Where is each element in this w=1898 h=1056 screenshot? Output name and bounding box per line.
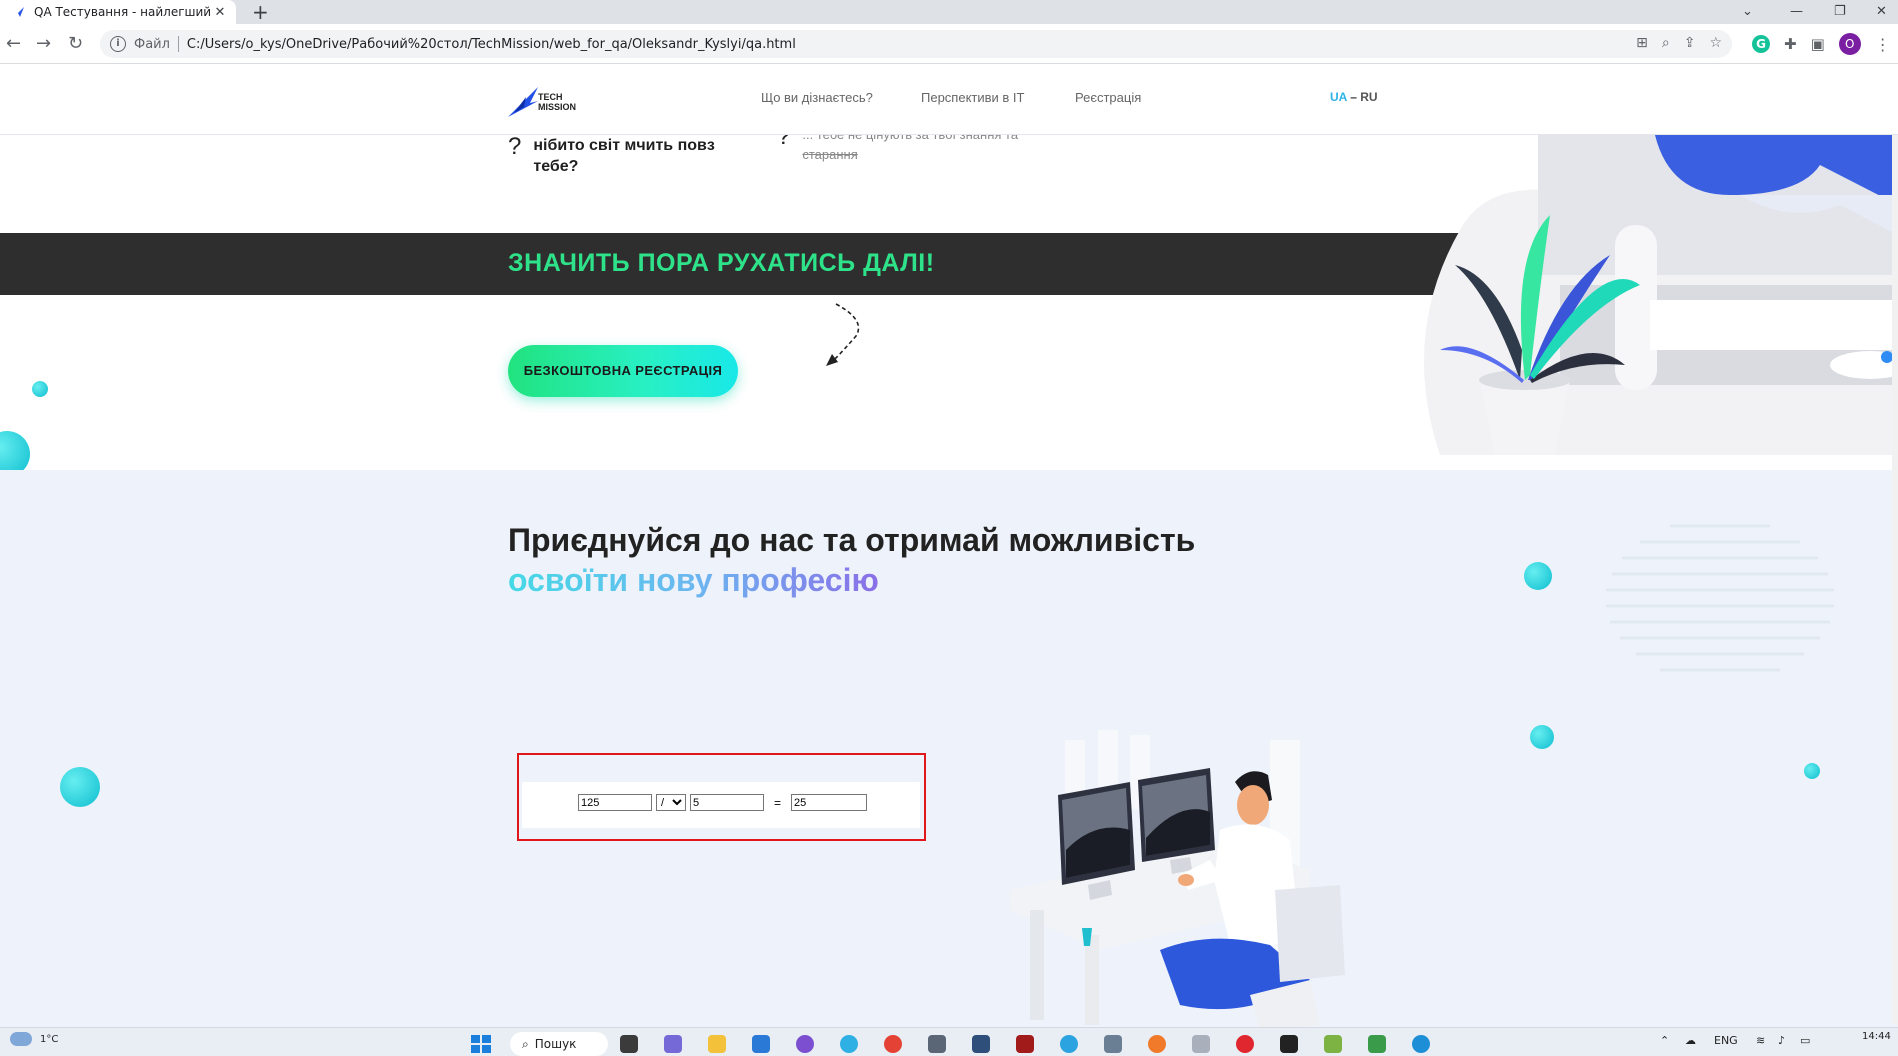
menu-dots-icon[interactable]: ⋮ (1875, 35, 1891, 54)
terminal-icon[interactable] (1280, 1035, 1298, 1053)
windows-start-icon[interactable] (470, 1034, 492, 1054)
tab-title: QA Тестування - найлегший ста (34, 5, 212, 19)
windows-taskbar: 1°C ⌕ Пошук ⌃ ☁ ENG ≋ ♪ ▭ 14:44 (0, 1027, 1898, 1056)
lang-ua[interactable]: UA (1330, 90, 1347, 104)
onedrive-icon[interactable]: ☁ (1685, 1034, 1696, 1047)
logo-line-tech: TECH (538, 92, 563, 102)
free-registration-button[interactable]: БЕЗКОШТОВНА РЕЄСТРАЦІЯ (508, 345, 738, 397)
chrome-icon[interactable] (884, 1035, 902, 1053)
battery-icon[interactable]: ▭ (1800, 1034, 1810, 1047)
search-icon: ⌕ (522, 1036, 529, 1051)
side-panel-icon[interactable]: ▣ (1811, 35, 1825, 53)
task-view-icon[interactable] (620, 1035, 638, 1053)
highlight-frame (517, 753, 926, 841)
profile-avatar[interactable]: O (1838, 33, 1861, 55)
taskbar-search[interactable]: ⌕ Пошук (510, 1032, 608, 1056)
restore-icon[interactable]: ❐ (1834, 0, 1846, 24)
join-heading: Приєднуйся до нас та отримай можливість … (508, 520, 1208, 600)
page-viewport: TECH MISSION Що ви дізнаєтесь? Перспекти… (0, 65, 1898, 1027)
decor-dot (32, 381, 48, 397)
share-icon[interactable]: ⇪ (1684, 35, 1696, 51)
postman-icon[interactable] (1148, 1035, 1166, 1053)
nav-registration[interactable]: Реєстрація (1075, 90, 1141, 105)
minimize-icon[interactable]: — (1790, 0, 1803, 24)
teams-icon[interactable] (664, 1035, 682, 1053)
browser-toolbar: ← → ↻ i Файл C:/Users/o_kys/OneDrive/Раб… (0, 24, 1898, 64)
close-tab-icon[interactable]: ✕ (212, 5, 228, 20)
banner-heading: ЗНАЧИТЬ ПОРА РУХАТИСЬ ДАЛІ! (508, 249, 935, 277)
developer-illustration (1010, 730, 1345, 1027)
dashed-arrow-icon (826, 303, 860, 366)
omnibox-separator (177, 36, 179, 52)
lang-separator: – (1350, 90, 1357, 104)
page-scrollbar[interactable] (1892, 135, 1898, 1025)
browser-tabstrip: QA Тестування - найлегший ста ✕ + ⌄ — ❐ … (0, 0, 1898, 24)
forward-icon[interactable]: → (36, 34, 51, 54)
telegram-icon[interactable] (1060, 1035, 1078, 1053)
volume-icon[interactable]: ♪ (1778, 1034, 1785, 1047)
search-label: Пошук (534, 1037, 577, 1051)
rocket-favicon-icon (14, 7, 24, 17)
question-text-1: нібито світ мчить повз тебе? (533, 137, 715, 175)
file-scheme-label: Файл (134, 36, 170, 52)
wifi-icon[interactable]: ≋ (1756, 1034, 1765, 1047)
decor-dot (1804, 763, 1820, 779)
close-window-icon[interactable]: ✕ (1876, 0, 1887, 24)
plant-sofa-illustration (1424, 135, 1898, 455)
language-switcher: UA – RU (1330, 90, 1378, 104)
extensions-area: G ✚ ▣ O ⋮ (1752, 33, 1891, 55)
tab-search-chevron-icon[interactable]: ⌄ (1742, 0, 1753, 24)
tool-icon[interactable] (1368, 1035, 1386, 1053)
input-language[interactable]: ENG (1714, 1034, 1738, 1047)
weather-temperature: 1°C (40, 1033, 59, 1045)
extensions-puzzle-icon[interactable]: ✚ (1784, 35, 1797, 53)
question-item-1: ? нібито світ мчить повз тебе? (508, 135, 733, 177)
new-tab-button[interactable]: + (252, 0, 269, 24)
store-icon[interactable] (752, 1035, 770, 1053)
decor-dot (60, 767, 100, 807)
zoom-icon[interactable]: ⌕ (1662, 35, 1670, 51)
bookmark-star-icon[interactable]: ☆ (1709, 35, 1722, 51)
tray-chevron-icon[interactable]: ⌃ (1660, 1034, 1669, 1047)
lang-ru[interactable]: RU (1360, 90, 1377, 104)
photos-icon[interactable] (928, 1035, 946, 1053)
omnibox-actions: ⊞ ⌕ ⇪ ☆ (1636, 35, 1722, 51)
question-mark-icon: ? (508, 133, 522, 160)
join-heading-highlight: освоїти нову професію (508, 562, 879, 598)
logo-line-mission: MISSION (538, 102, 577, 112)
media-app-icon[interactable] (1016, 1035, 1034, 1053)
calc-icon[interactable] (1104, 1035, 1122, 1053)
decor-dot (1524, 562, 1552, 590)
database-icon[interactable] (1192, 1035, 1210, 1053)
taskbar-clock[interactable]: 14:44 (1862, 1030, 1891, 1043)
decor-dot (1530, 725, 1554, 749)
nav-what-you-learn[interactable]: Що ви дізнаєтесь? (761, 90, 873, 105)
calculator-app-icon[interactable] (972, 1035, 990, 1053)
grammarly-icon[interactable]: G (1752, 35, 1770, 53)
viber-icon[interactable] (796, 1035, 814, 1053)
striped-circle-decor (1606, 524, 1834, 672)
url-text[interactable]: C:/Users/o_kys/OneDrive/Рабочий%20стол/T… (187, 37, 796, 52)
nav-it-prospects[interactable]: Перспективи в IT (921, 90, 1024, 105)
notepad-icon[interactable] (1324, 1035, 1342, 1053)
edge-icon[interactable] (840, 1035, 858, 1053)
back-icon[interactable]: ← (6, 34, 21, 54)
translate-icon[interactable]: ⊞ (1636, 35, 1648, 51)
browser-tab[interactable]: QA Тестування - найлегший ста ✕ (0, 0, 236, 24)
weather-widget[interactable]: 1°C (10, 1032, 58, 1046)
site-header: TECH MISSION Що ви дізнаєтесь? Перспекти… (0, 65, 1898, 135)
cloud-icon (10, 1032, 32, 1046)
skype-icon[interactable] (1412, 1035, 1430, 1053)
address-bar[interactable]: i Файл C:/Users/o_kys/OneDrive/Рабочий%2… (100, 30, 1732, 58)
reload-icon[interactable]: ↻ (68, 34, 83, 54)
join-heading-text: Приєднуйся до нас та отримай можливість (508, 522, 1196, 558)
site-info-icon[interactable]: i (110, 36, 126, 52)
opera-icon[interactable] (1236, 1035, 1254, 1053)
file-explorer-icon[interactable] (708, 1035, 726, 1053)
logo-text: TECH MISSION (538, 92, 576, 112)
